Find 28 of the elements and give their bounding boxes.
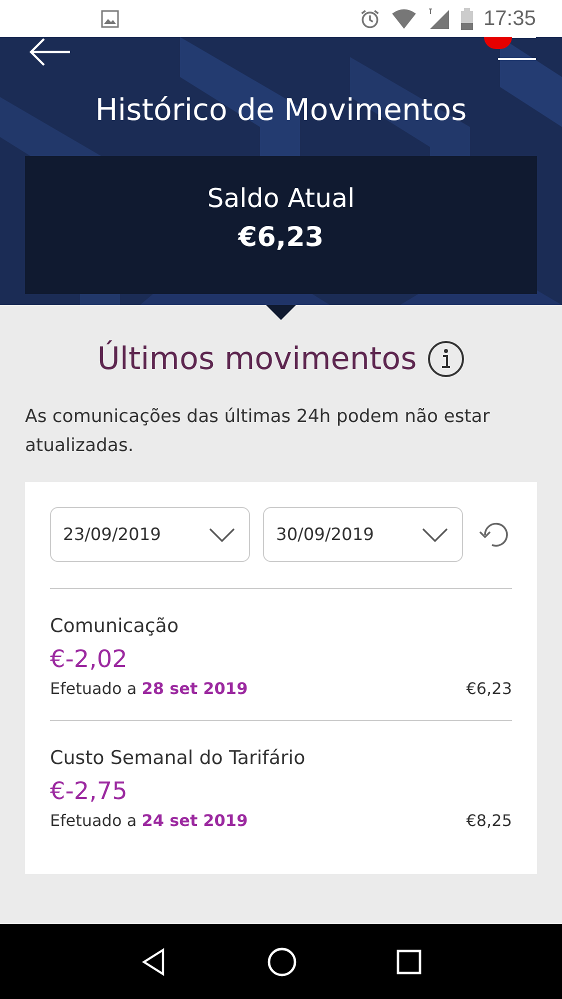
home-icon[interactable]: [266, 946, 298, 978]
alarm-icon: [359, 8, 382, 30]
chevron-down-icon: [209, 528, 235, 542]
movement-balance: €6,23: [466, 679, 512, 698]
image-icon: [100, 8, 120, 28]
movement-amount: €-2,02: [50, 645, 128, 673]
info-note: As comunicações das últimas 24h podem não estar atualizadas.: [25, 405, 491, 458]
back-arrow-icon[interactable]: [29, 37, 71, 67]
chevron-down-icon: [422, 528, 448, 542]
signal-icon: [427, 8, 452, 30]
date-dropdown[interactable]: 23/09/2019: [50, 507, 250, 562]
page-title: Histórico de Movimentos: [95, 93, 467, 128]
recents-icon[interactable]: [395, 948, 424, 976]
wifi-icon: [391, 8, 418, 30]
movement-amount: €-2,75: [50, 777, 128, 805]
section-title: Últimos movimentos: [97, 341, 417, 377]
movement-date: Efetuado a 24 set 2019: [50, 811, 248, 830]
movement-title: Custo Semanal do Tarifário: [50, 747, 306, 769]
info-icon[interactable]: [426, 340, 465, 378]
date-dropdown[interactable]: 30/09/2019: [263, 507, 463, 562]
movement-date: Efetuado a 28 set 2019: [50, 679, 248, 698]
balance-amount: €6,23: [238, 222, 324, 253]
movement-balance: €8,25: [466, 811, 512, 830]
status-time: 17:35: [483, 6, 536, 30]
movement-title: Comunicação: [50, 615, 180, 637]
battery-icon: [461, 8, 474, 30]
pointer-triangle: [266, 305, 296, 320]
balance-label: Saldo Atual: [207, 184, 355, 214]
